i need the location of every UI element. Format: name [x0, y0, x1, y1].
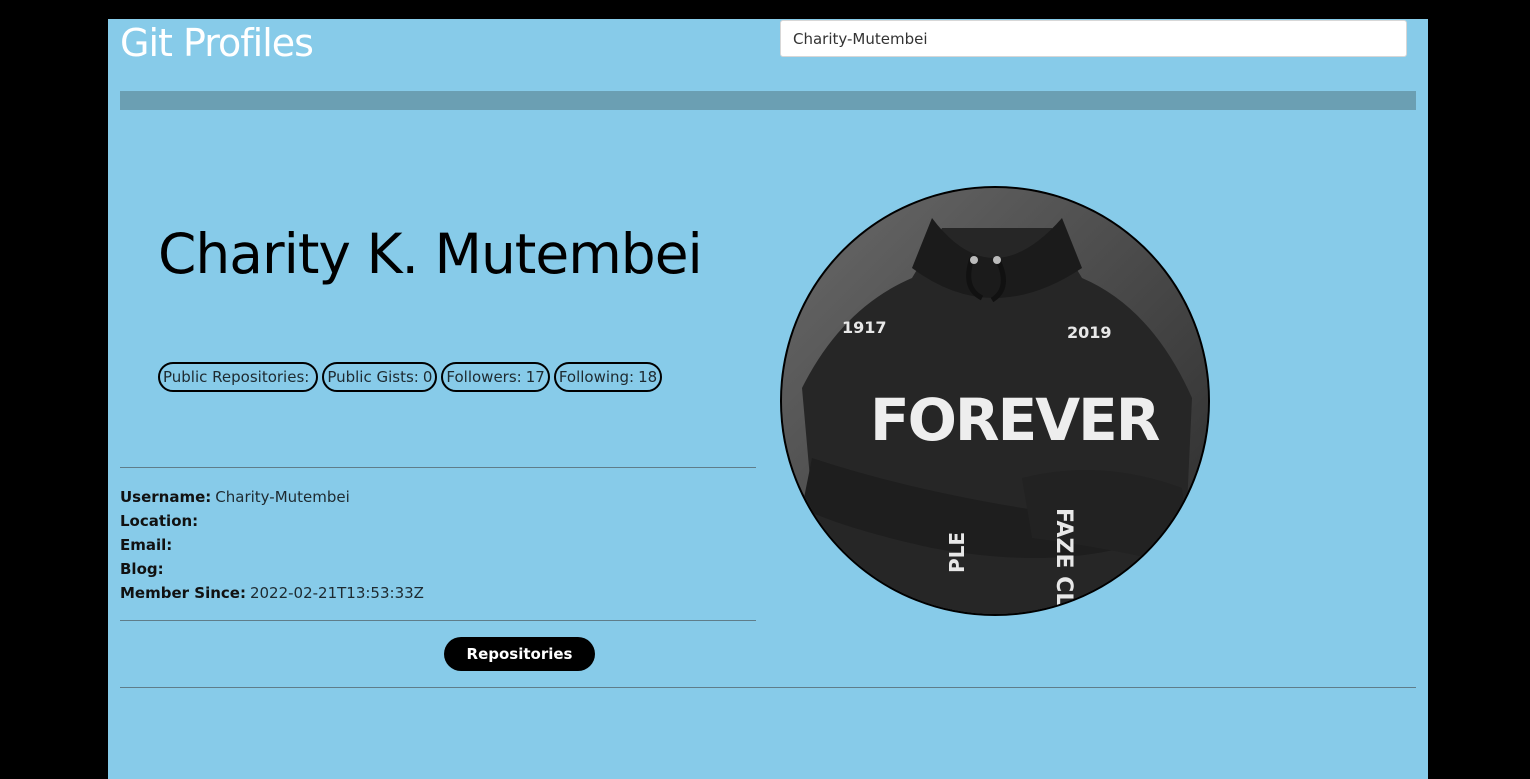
detail-label: Email:	[120, 536, 173, 554]
avatar: 1917 2019 FOREVER FAZE CLAN PLE	[780, 186, 1210, 616]
app-frame: Git Profiles Charity K. Mutembei Public …	[108, 19, 1428, 779]
profile-details: Username: Charity-Mutembei Location: Emai…	[120, 485, 424, 605]
avatar-text-sleeve: FAZE CLAN	[1051, 508, 1076, 614]
detail-email: Email:	[120, 533, 424, 557]
badge-following: Following: 18	[553, 362, 663, 392]
badge-label: Public Repositories:	[163, 368, 310, 386]
avatar-text-cuff: PLE	[945, 532, 969, 573]
detail-location: Location:	[120, 509, 424, 533]
avatar-text-year-left: 1917	[842, 318, 887, 337]
badge-value: 17	[525, 368, 545, 386]
divider	[120, 687, 1416, 688]
detail-value: Charity-Mutembei	[215, 488, 350, 506]
search-input[interactable]	[780, 20, 1407, 57]
badge-label: Public Gists:	[327, 368, 419, 386]
detail-member-since: Member Since: 2022-02-21T13:53:33Z	[120, 581, 424, 605]
badge-value: 18	[638, 368, 658, 386]
app-title: Git Profiles	[120, 21, 314, 65]
detail-label: Location:	[120, 512, 199, 530]
avatar-image: 1917 2019 FOREVER FAZE CLAN PLE	[782, 188, 1208, 614]
badge-label: Followers:	[446, 368, 522, 386]
detail-username: Username: Charity-Mutembei	[120, 485, 424, 509]
badge-value: 0	[422, 368, 433, 386]
profile-name: Charity K. Mutembei	[158, 222, 703, 286]
badge-followers: Followers: 17	[441, 362, 550, 392]
avatar-text-year-right: 2019	[1067, 323, 1112, 342]
divider	[120, 467, 756, 468]
divider	[120, 620, 756, 621]
badge-public-repositories: Public Repositories:	[158, 362, 319, 392]
detail-label: Member Since:	[120, 584, 246, 602]
badge-label: Following:	[558, 368, 635, 386]
repositories-button[interactable]: Repositories	[444, 637, 595, 671]
detail-blog: Blog:	[120, 557, 424, 581]
detail-value: 2022-02-21T13:53:33Z	[249, 584, 424, 602]
badge-public-gists: Public Gists: 0	[322, 362, 438, 392]
detail-label: Username:	[120, 488, 212, 506]
detail-label: Blog:	[120, 560, 164, 578]
progress-bar	[120, 91, 1416, 110]
stats-badges: Public Repositories: Public Gists: 0 Foll…	[158, 362, 663, 392]
avatar-text-chest: FOREVER	[870, 386, 1160, 454]
